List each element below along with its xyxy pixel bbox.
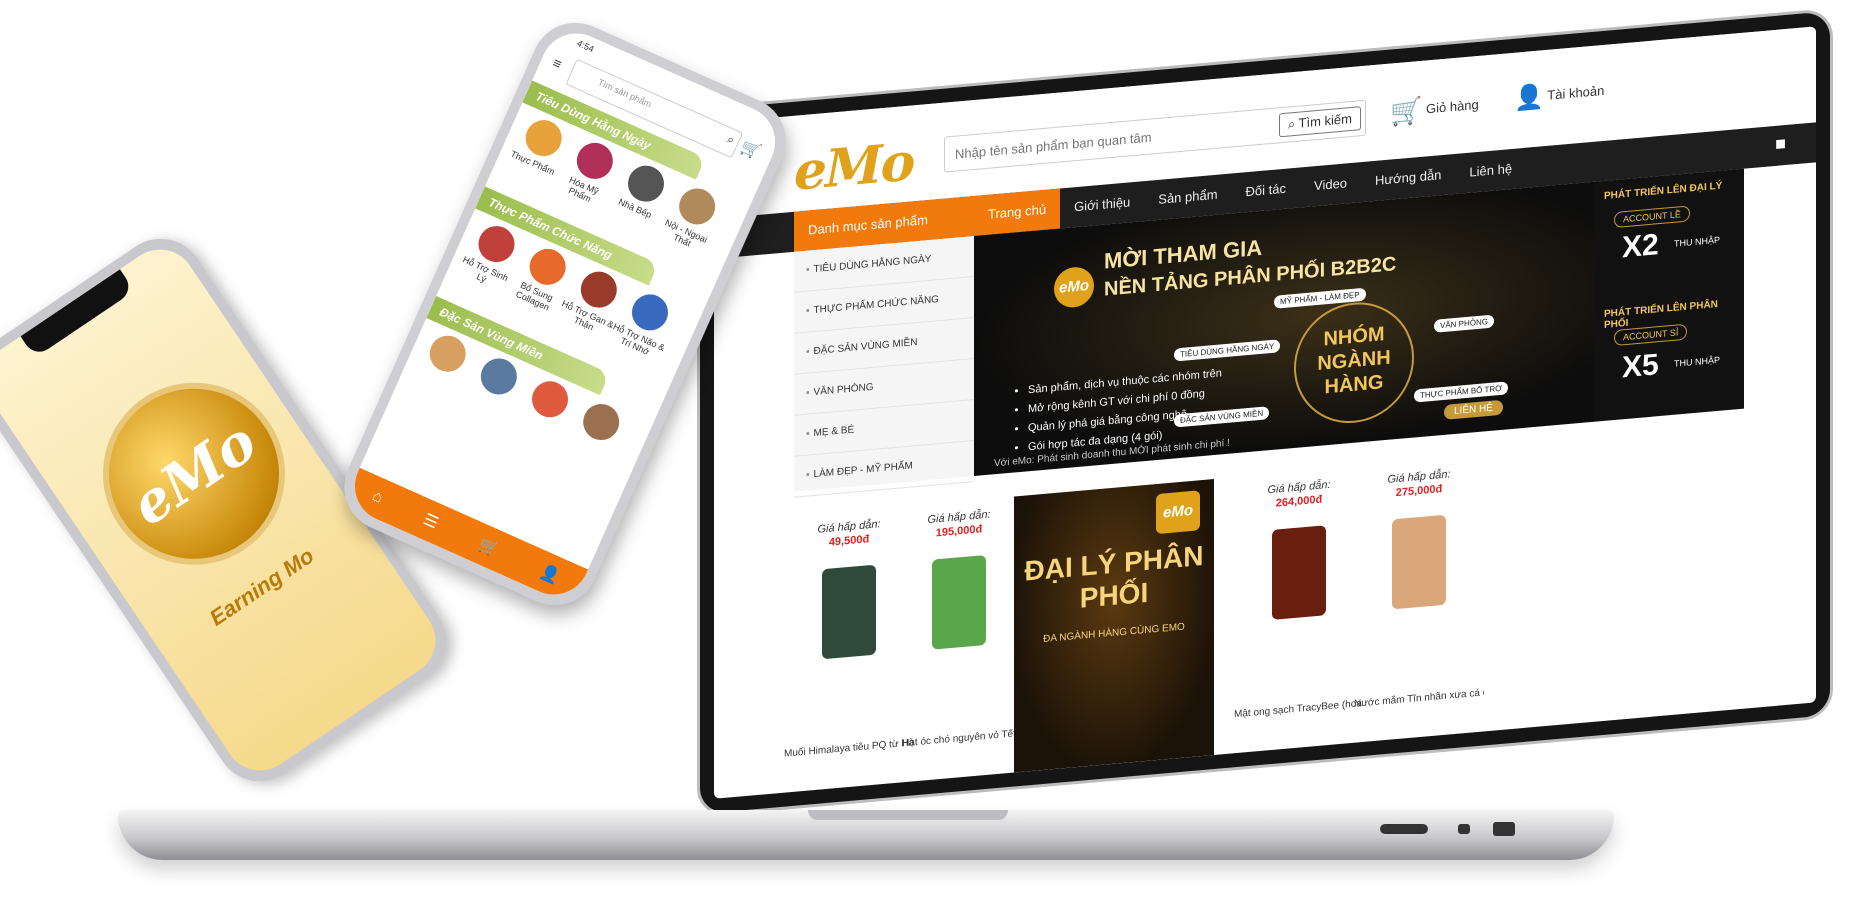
search-box: ⌕ Tìm kiếm [944, 99, 1366, 173]
search-button[interactable]: ⌕ Tìm kiếm [1278, 106, 1361, 138]
category-label: THỰC PHẨM CHỨC NĂNG [813, 294, 939, 317]
product-image [932, 554, 986, 650]
product-image [822, 564, 876, 660]
cart-label: Giỏ hàng [1426, 96, 1479, 117]
product-card[interactable]: Giá hấp dẫn: 49,500đ Muối Himalaya tiêu … [784, 516, 914, 786]
promo-account-badge: ACCOUNT LỀ [1614, 205, 1690, 229]
agent-banner-subtitle: ĐA NGÀNH HÀNG CÙNG EMO [1043, 621, 1185, 645]
cart-button[interactable]: 🛒 Giỏ hàng [1390, 90, 1479, 129]
category-label: MẸ & BÉ [813, 424, 855, 440]
category-icon: ▪ [806, 264, 810, 276]
category-image [526, 375, 574, 424]
promo-multiplier: X2 [1622, 228, 1659, 265]
category-image [475, 352, 523, 401]
contact-button[interactable]: LIÊN HỆ [1444, 399, 1503, 420]
category-icon: ▪ [806, 428, 810, 440]
usb-port-icon [1380, 824, 1428, 834]
product-card[interactable]: Giá hấp dẫn: 195,000đ Hạt óc chó nguyên … [902, 507, 1016, 777]
category-label: TIÊU DÙNG HẰNG NGÀY [813, 253, 932, 276]
mobile-search-placeholder: Tìm sản phẩm [596, 76, 654, 110]
product-image [1392, 514, 1446, 610]
banner-tag: VĂN PHÒNG [1434, 314, 1495, 333]
menu-icon[interactable]: ≡ [550, 54, 564, 72]
product-card[interactable]: Giá hấp dẫn: 264,000đ Mật ong sạch Tracy… [1234, 477, 1364, 747]
banner-hub: NHÓM NGÀNH HÀNG [1294, 297, 1414, 429]
video-camera-icon[interactable]: ■ [1775, 133, 1786, 155]
site-logo[interactable]: eMo [794, 131, 913, 202]
agent-banner[interactable]: eMo ĐẠI LÝ PHÂN PHỐI ĐA NGÀNH HÀNG CÙNG … [1014, 479, 1214, 773]
nav-link-partners[interactable]: Đối tác [1232, 168, 1300, 214]
category-label: VĂN PHÒNG [813, 381, 874, 399]
laptop-screen: eMo ⌕ Tìm kiếm 🛒 Giỏ hàng 👤 Tài khoản Da… [714, 26, 1816, 799]
agent-banner-logo: eMo [1156, 490, 1200, 535]
banner-tag: TIÊU DÙNG HẰNG NGÀY [1174, 339, 1281, 362]
promo-note: THU NHẬP [1674, 354, 1721, 369]
list-icon[interactable]: ☰ [420, 509, 441, 533]
product-name: Mật ong sạch TracyBee (hoa chôm [1234, 698, 1364, 721]
status-time: 4:54 [575, 38, 596, 55]
account-label: Tài khoản [1547, 82, 1605, 103]
search-icon[interactable]: ⌕ [725, 132, 737, 148]
product-name: Hạt óc chó nguyên vỏ Tết [902, 728, 1016, 750]
home-icon[interactable]: ⌂ [369, 487, 386, 507]
account-button[interactable]: 👤 Tài khoản [1514, 77, 1604, 114]
promo-note: THU NHẬP [1674, 234, 1721, 249]
cart-icon[interactable]: 🛒 [476, 534, 502, 560]
cart-icon: 🛒 [1390, 94, 1423, 128]
cart-icon[interactable]: 🛒 [738, 136, 764, 162]
category-label: LÀM ĐẸP - MỸ PHẨM [813, 460, 913, 481]
category-icon: ▪ [806, 346, 810, 358]
category-list: ▪ TIÊU DÙNG HẰNG NGÀY ▪ THỰC PHẨM CHỨC NĂN… [794, 236, 974, 498]
usb-port-icon [1458, 824, 1470, 834]
laptop-lid: eMo ⌕ Tìm kiếm 🛒 Giỏ hàng 👤 Tài khoản Da… [700, 11, 1830, 814]
user-icon: 👤 [1514, 83, 1544, 113]
promo-heading: PHÁT TRIỂN LÊN ĐẠI LÝ [1604, 180, 1723, 202]
product-image [1272, 525, 1326, 620]
banner-logo: eMo [1054, 265, 1094, 310]
user-icon[interactable]: 👤 [536, 561, 562, 587]
product-card[interactable]: Giá hấp dẫn: 275,000đ Nước mắm Tĩn nhãn … [1354, 466, 1484, 736]
category-image [423, 329, 472, 378]
search-button-label: Tìm kiếm [1298, 110, 1352, 131]
category-icon: ▪ [806, 469, 810, 481]
category-label: ĐẶC SẢN VÙNG MIỀN [813, 336, 918, 358]
nav-link-contact[interactable]: Liên hệ [1455, 148, 1526, 194]
laptop-hinge-notch [808, 810, 1008, 820]
category-image [577, 398, 625, 446]
usb-port-icon [1493, 822, 1515, 836]
category-icon: ▪ [806, 305, 810, 317]
search-icon: ⌕ [1287, 115, 1296, 132]
product-name: Nước mắm Tĩn nhãn xưa cá cơm thu [1354, 687, 1484, 710]
promo-panel[interactable]: PHÁT TRIỂN LÊN ĐẠI LÝ ACCOUNT LỀ X2 THU … [1594, 168, 1744, 422]
agent-banner-title: ĐẠI LÝ PHÂN PHỐI [1024, 539, 1204, 614]
laptop-base [118, 810, 1614, 860]
nav-link-video[interactable]: Video [1300, 162, 1361, 207]
banner-tag: THỰC PHẨM BỔ TRỢ [1414, 381, 1508, 403]
category-icon: ▪ [806, 387, 810, 399]
promo-multiplier: X5 [1622, 348, 1659, 385]
search-input[interactable] [953, 108, 1277, 173]
